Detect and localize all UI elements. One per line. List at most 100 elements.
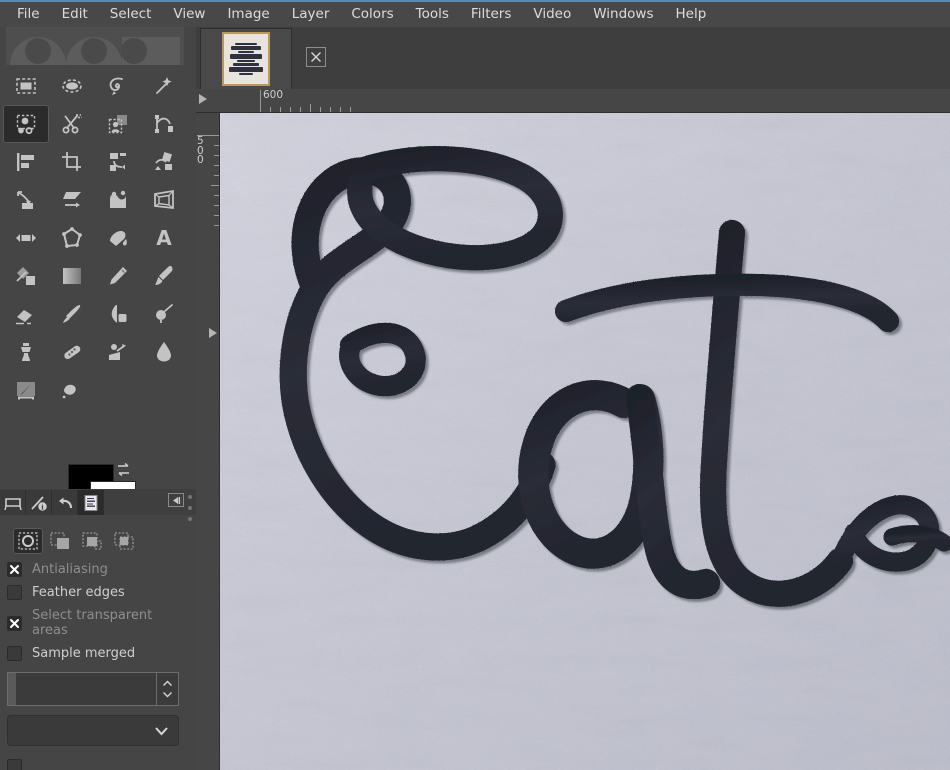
mode-buttons: [13, 528, 141, 554]
chevron-down-icon: [155, 726, 168, 735]
threshold-spinner[interactable]: [156, 673, 178, 705]
wilber-drop-area: [6, 27, 184, 65]
v-ruler-tick: [197, 135, 219, 136]
scissors-select-icon[interactable]: [49, 105, 95, 143]
dock-drag-handle[interactable]: [188, 495, 194, 529]
mypaint-brush-icon[interactable]: [95, 295, 141, 333]
v-ruler-tick: [214, 205, 219, 206]
chevron-up-icon: [162, 680, 173, 687]
sample-merged-row[interactable]: Sample merged: [0, 642, 186, 665]
handle-transform-icon[interactable]: [141, 143, 187, 181]
ellipse-select-icon[interactable]: [49, 67, 95, 105]
gradient-icon[interactable]: [49, 257, 95, 295]
horizontal-ruler[interactable]: 600700800900100011001200: [196, 89, 950, 113]
menu-tools[interactable]: Tools: [405, 3, 460, 26]
feather-edges-row[interactable]: Feather edges: [0, 581, 186, 604]
tool-options-tab[interactable]: i: [26, 490, 52, 515]
select-transparent-areas-label: Select transparent areas: [32, 608, 153, 638]
menu-help[interactable]: Help: [664, 3, 717, 26]
menu-image[interactable]: Image: [216, 3, 280, 26]
free-select-icon[interactable]: [95, 67, 141, 105]
mode-intersect[interactable]: [109, 528, 139, 554]
transform-icon[interactable]: [95, 143, 141, 181]
close-image-icon[interactable]: [306, 47, 326, 67]
image-tab[interactable]: [200, 28, 292, 89]
sample-merged-checkbox[interactable]: [7, 646, 22, 661]
crop-icon[interactable]: [49, 143, 95, 181]
mode-add[interactable]: [45, 528, 75, 554]
perspective-clone-icon[interactable]: [95, 333, 141, 371]
draw-mask-row[interactable]: [0, 755, 186, 770]
h-ruler-tick: [350, 107, 351, 112]
h-ruler-tick: [300, 107, 301, 112]
paintbrush-icon[interactable]: [141, 257, 187, 295]
ink-icon[interactable]: [49, 295, 95, 333]
alignment-icon[interactable]: [3, 143, 49, 181]
select-by-color-icon[interactable]: [3, 105, 49, 143]
tab-menu-icon[interactable]: [168, 493, 184, 507]
text-icon[interactable]: A: [141, 219, 187, 257]
select-transparent-areas-checkbox[interactable]: [7, 615, 22, 631]
menu-edit[interactable]: Edit: [51, 3, 99, 26]
fuzzy-select-icon[interactable]: [141, 67, 187, 105]
menu-view[interactable]: View: [162, 3, 216, 26]
smudge-icon[interactable]: [141, 333, 187, 371]
toolbox-tab[interactable]: [0, 490, 26, 515]
image-canvas[interactable]: [220, 113, 950, 770]
menu-windows[interactable]: Windows: [582, 3, 664, 26]
move-icon[interactable]: [3, 181, 49, 219]
measure-icon[interactable]: [3, 257, 49, 295]
v-ruler-tick: [214, 175, 219, 176]
perspective-icon[interactable]: [141, 181, 187, 219]
vertical-ruler[interactable]: 5​0​06​0​07​0​08​0​09​0​01​0​0​01​1​0​0: [196, 113, 220, 770]
select-transparent-areas-row[interactable]: Select transparent areas: [0, 604, 186, 642]
airbrush-icon[interactable]: [141, 295, 187, 333]
menu-select[interactable]: Select: [99, 3, 163, 26]
v-ruler-tick: [214, 145, 219, 146]
dock-tab-strip: i: [0, 489, 196, 515]
eraser-icon[interactable]: [3, 295, 49, 333]
h-ruler-tick: [330, 107, 331, 112]
h-ruler-tick: [280, 107, 281, 112]
menubar: File Edit Select View Image Layer Colors Tools F…: [0, 0, 950, 27]
mode-replace[interactable]: [13, 528, 43, 554]
v-ruler-label: 5​0​0: [197, 135, 204, 166]
antialiasing-row[interactable]: Antialiasing: [0, 558, 186, 581]
clone-icon[interactable]: [3, 333, 49, 371]
v-position-marker: [209, 328, 217, 338]
menu-file[interactable]: File: [6, 3, 51, 26]
threshold-slider[interactable]: [7, 672, 179, 706]
image-window: 600700800900100011001200 5​0​06​0​07​0​0…: [196, 27, 950, 770]
paths-icon[interactable]: [141, 105, 187, 143]
tool-options-title: [0, 515, 186, 527]
mode-row: [0, 527, 186, 558]
rect-select-icon[interactable]: [3, 67, 49, 105]
antialiasing-checkbox[interactable]: [7, 562, 22, 577]
h-ruler-tick: [290, 107, 291, 112]
draw-mask-checkbox[interactable]: [7, 759, 22, 770]
undo-history-tab[interactable]: [52, 490, 78, 515]
warp-transform-icon[interactable]: [95, 181, 141, 219]
threshold-fill: [8, 673, 16, 705]
flip-icon[interactable]: [3, 219, 49, 257]
menu-layer[interactable]: Layer: [281, 3, 341, 26]
mode-subtract[interactable]: [77, 528, 107, 554]
gimp-window: File Edit Select View Image Layer Colors Tools F…: [0, 0, 950, 770]
pencil-icon[interactable]: [95, 257, 141, 295]
images-tab[interactable]: [78, 490, 104, 515]
v-ruler-tick: [214, 155, 219, 156]
feather-edges-checkbox[interactable]: [7, 585, 22, 600]
menu-video[interactable]: Video: [522, 3, 582, 26]
bucket-fill-icon[interactable]: [95, 219, 141, 257]
antialiasing-label: Antialiasing: [32, 562, 108, 577]
menu-filters[interactable]: Filters: [460, 3, 522, 26]
swap-colors-icon[interactable]: [116, 462, 132, 478]
foreground-select-icon[interactable]: [95, 105, 141, 143]
dodge-burn-icon[interactable]: [49, 371, 95, 409]
heal-icon[interactable]: [49, 333, 95, 371]
menu-colors[interactable]: Colors: [340, 3, 404, 26]
blur-sharpen-icon[interactable]: [3, 371, 49, 409]
shear-icon[interactable]: [49, 181, 95, 219]
select-by-dropdown[interactable]: [7, 715, 179, 746]
cage-transform-icon[interactable]: [49, 219, 95, 257]
